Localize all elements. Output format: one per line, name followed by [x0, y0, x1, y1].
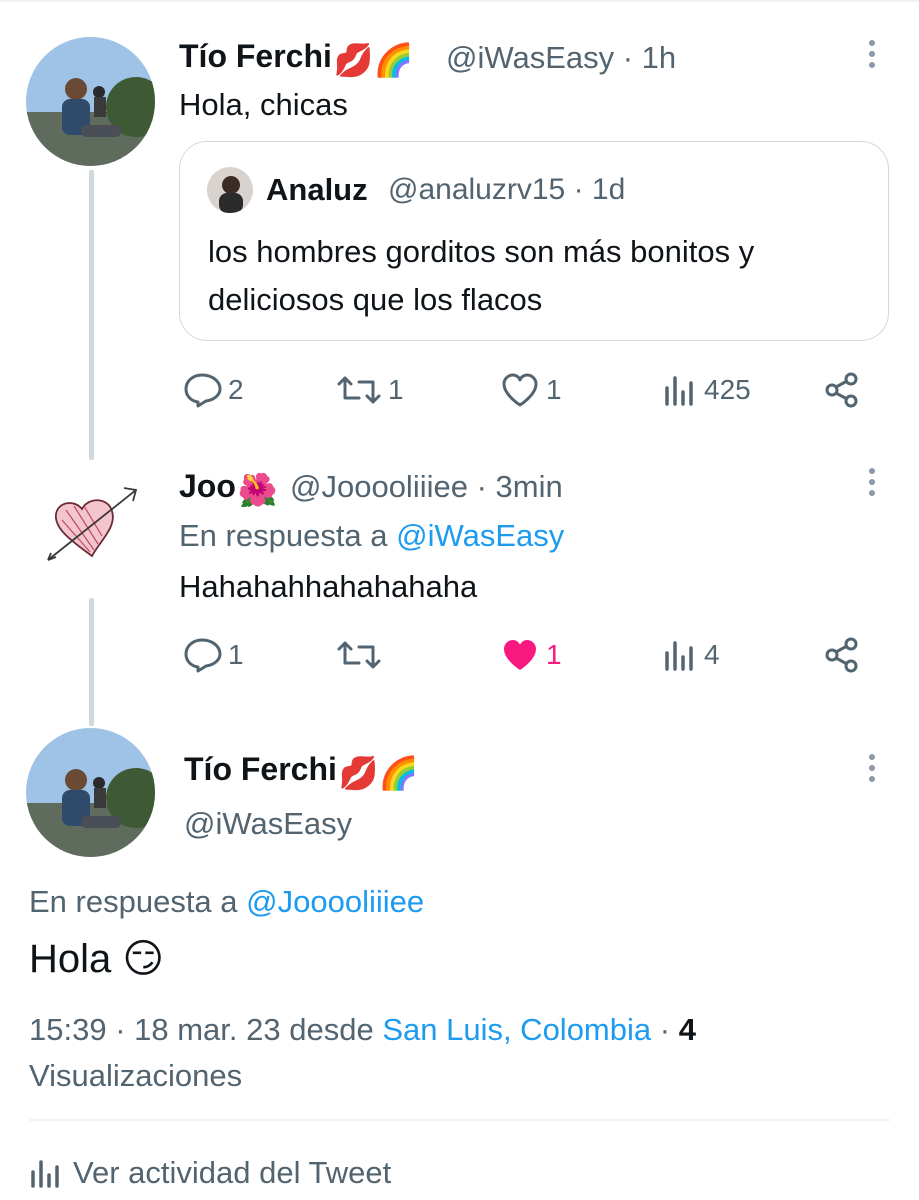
name-emojis: 💋🌈 — [338, 755, 419, 791]
reply-button[interactable]: 2 — [182, 372, 244, 408]
views-button[interactable]: 4 — [662, 637, 720, 673]
avatar[interactable] — [26, 728, 155, 857]
reply-to-link[interactable]: @Jooooliiiee — [246, 884, 424, 919]
top-divider — [0, 0, 919, 2]
location-link[interactable]: San Luis, Colombia — [382, 1012, 651, 1047]
timestamp: · 1h — [622, 40, 677, 75]
more-options-icon[interactable] — [868, 468, 876, 501]
quote-author-handle: @analuzrv15 · 1d — [388, 173, 625, 207]
smirk-emoji: 😏 — [122, 937, 165, 981]
views-count: 4 — [704, 639, 720, 670]
author-name[interactable]: Tío Ferchi💋🌈 — [179, 38, 414, 79]
retweet-button[interactable] — [336, 637, 388, 673]
main-tweet-text-content: Hola — [29, 937, 112, 981]
views-count: 425 — [704, 374, 751, 405]
reply-context: En respuesta a @iWasEasy — [179, 518, 564, 554]
author-name[interactable]: Joo🌺 — [179, 468, 278, 509]
reply-context: En respuesta a @Jooooliiiee — [29, 884, 424, 920]
reply-prefix: En respuesta a — [29, 884, 238, 919]
tweet-metadata: 15:39 · 18 mar. 23 desde San Luis, Colom… — [29, 1007, 889, 1099]
quote-author-name: Analuz — [266, 172, 368, 207]
thread-line — [89, 170, 94, 460]
meta-separator: · — [659, 1012, 671, 1047]
handle-text: @iWasEasy — [446, 40, 615, 75]
like-button[interactable]: 1 — [500, 637, 562, 673]
views-icon — [665, 641, 693, 671]
name-emojis: 💋🌈 — [333, 42, 414, 78]
views-label: Visualizaciones — [29, 1058, 243, 1093]
like-button[interactable]: 1 — [500, 372, 562, 408]
more-options-icon[interactable] — [868, 754, 876, 787]
quote-avatar — [207, 167, 253, 213]
like-count: 1 — [546, 374, 562, 405]
tweet-activity-link[interactable]: Ver actividad del Tweet — [29, 1155, 391, 1191]
tweet-datetime: 15:39 · 18 mar. 23 desde — [29, 1012, 374, 1047]
heart-icon — [502, 373, 538, 407]
avatar[interactable] — [26, 37, 155, 166]
author-handle[interactable]: @Jooooliiiee · 3min — [290, 469, 563, 505]
timestamp: · 3min — [476, 469, 563, 504]
more-options-icon[interactable] — [868, 40, 876, 73]
share-icon — [825, 372, 858, 408]
thread-line — [89, 598, 94, 726]
author-name-text: Tío Ferchi — [184, 751, 337, 787]
main-tweet-text: Hola 😏 — [29, 936, 164, 982]
retweet-button[interactable]: 1 — [336, 372, 404, 408]
tweet-text: Hola, chicas — [179, 87, 348, 122]
reply-prefix: En respuesta a — [179, 518, 388, 553]
reply-count: 1 — [228, 639, 244, 670]
author-name[interactable]: Tío Ferchi💋🌈 — [184, 751, 419, 792]
share-button[interactable] — [822, 635, 868, 675]
quote-handle-text: @analuzrv15 — [388, 173, 566, 206]
share-icon — [825, 637, 858, 673]
author-handle[interactable]: @iWasEasy · 1h — [446, 40, 676, 76]
reply-to-link[interactable]: @iWasEasy — [396, 518, 564, 553]
author-name-text: Tío Ferchi — [179, 38, 332, 74]
retweet-count: 1 — [388, 374, 404, 405]
quote-timestamp: · 1d — [573, 173, 626, 206]
reply-icon — [184, 638, 222, 673]
analytics-icon — [31, 1160, 59, 1188]
activity-label: Ver actividad del Tweet — [73, 1155, 392, 1190]
like-count: 1 — [546, 639, 562, 670]
share-button[interactable] — [822, 370, 868, 410]
quote-text: los hombres gorditos son más bonitos y d… — [208, 234, 755, 317]
retweet-icon — [337, 641, 381, 669]
views-count: 4 — [678, 1012, 696, 1047]
avatar[interactable] — [40, 480, 145, 570]
reply-button[interactable]: 1 — [182, 637, 244, 673]
author-name-text: Joo — [179, 468, 236, 504]
divider — [29, 1119, 890, 1121]
name-emojis: 🌺 — [237, 472, 278, 508]
retweet-icon — [337, 376, 381, 404]
reply-icon — [184, 373, 222, 408]
author-handle[interactable]: @iWasEasy — [184, 806, 352, 842]
reply-count: 2 — [228, 374, 244, 405]
handle-text: @Jooooliiiee — [290, 469, 468, 504]
tweet-text: Hahahahhahahahaha — [179, 569, 478, 604]
views-button[interactable]: 425 — [662, 372, 751, 408]
views-icon — [665, 376, 693, 406]
heart-filled-icon — [504, 640, 536, 670]
quoted-tweet[interactable]: Analuz @analuzrv15 · 1d los hombres gord… — [179, 141, 889, 341]
